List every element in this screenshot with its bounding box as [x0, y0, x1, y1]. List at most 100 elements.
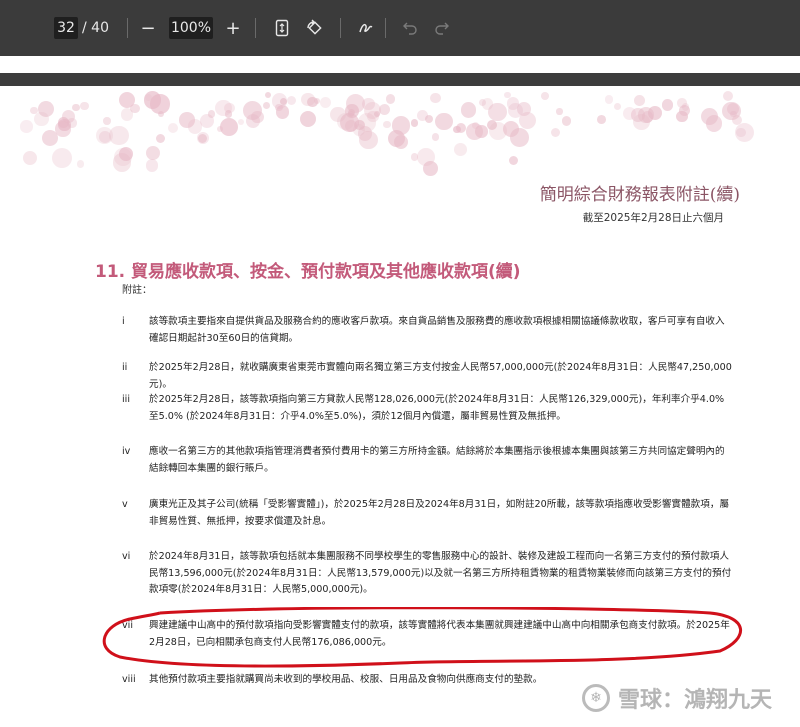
fit-page-icon[interactable]: [271, 17, 293, 39]
toolbar-divider: [340, 18, 341, 38]
note-number: vii: [122, 620, 134, 631]
blossom-petal: [20, 120, 33, 133]
blossom-petal: [385, 93, 396, 104]
notes-label: 附註：: [122, 285, 152, 296]
blossom-petal: [410, 153, 419, 161]
blossom-petal: [367, 110, 379, 123]
previous-page-edge: [0, 56, 800, 73]
blossom-petal: [508, 155, 518, 165]
blossom-petal: [224, 110, 233, 119]
blossom-petal: [410, 118, 419, 127]
blossom-petal: [453, 143, 467, 156]
note-number: i: [122, 316, 125, 327]
page-subtitle: 截至2025年2月28日止六個月: [582, 212, 724, 224]
blossom-petal: [103, 117, 111, 125]
blossom-petal: [22, 150, 38, 166]
blossom-petal: [661, 99, 674, 111]
blossom-petal: [613, 102, 622, 110]
zoom-in-button[interactable]: +: [222, 17, 244, 39]
note-text: 於2025年2月28日，該等款項指向第三方貸款人民幣128,026,000元(於…: [149, 394, 725, 422]
blossom-petal: [129, 103, 140, 114]
blossom-petal: [556, 108, 563, 115]
note-text: 於2024年8月31日，該等款項包括就本集團服務不同學校學生的零售服務中心的設計…: [149, 551, 732, 595]
blossom-petal: [264, 91, 272, 99]
blossom-petal: [417, 110, 429, 121]
note-number: ii: [122, 362, 128, 373]
blossom-petal: [72, 103, 80, 111]
blossom-petal: [207, 110, 215, 118]
blossom-petal: [393, 135, 408, 150]
page-number-input[interactable]: 32: [54, 17, 78, 39]
zoom-out-button[interactable]: −: [137, 17, 159, 39]
blossom-petal: [722, 91, 734, 102]
blossom-petal: [722, 101, 741, 120]
blossom-petal: [634, 95, 646, 106]
blossom-petal: [146, 159, 159, 172]
note-number: v: [122, 499, 128, 510]
toolbar-divider: [385, 18, 386, 38]
watermark-text: 雪球：鴻翔九天: [618, 688, 773, 713]
blossom-petal: [168, 122, 179, 134]
snowball-logo-icon: ❄: [582, 684, 610, 712]
blossom-petal: [51, 148, 72, 169]
blossom-petal: [504, 91, 511, 98]
note-text: 廣東光正及其子公司(統稱「受影響實體」)，於2025年2月28日及2024年8月…: [149, 499, 730, 527]
blossom-petal: [541, 91, 550, 100]
note-text: 於2025年2月28日，就收購廣東省東莞市實體向兩名獨立第三方支付按金人民幣57…: [149, 362, 732, 390]
page-title: 簡明綜合財務報表附註(續): [539, 185, 740, 205]
note-number: viii: [122, 674, 136, 685]
blossom-petal: [679, 105, 691, 117]
page-total: / 40: [82, 20, 109, 36]
blossom-petal: [77, 160, 85, 168]
blossom-petal: [262, 102, 270, 110]
blossom-petal: [453, 125, 461, 133]
blossom-petal: [597, 115, 607, 124]
undo-icon[interactable]: [399, 17, 421, 39]
blossom-petal: [431, 132, 440, 141]
blossom-petal: [488, 122, 507, 140]
note-text: 應收一名第三方的其他款項指管理消費者預付費用卡的第三方所持金額。結餘將於本集團指…: [149, 446, 725, 474]
note-text: 該等款項主要指來自提供貨品及服務合約的應收客戶款項。來自貨品銷售及服務費的應收款…: [149, 316, 725, 344]
blossom-petal: [460, 102, 477, 118]
blossom-petal: [96, 127, 113, 144]
blossom-petal: [641, 111, 654, 123]
blossom-petal: [518, 112, 536, 130]
note-number: vi: [122, 551, 131, 562]
page-gap: [0, 73, 800, 86]
blossom-petal: [243, 101, 262, 120]
note-text: 興建建議中山高中的預付款項指向受影響實體支付的款項，該等實體將代表本集團就興建建…: [149, 620, 730, 648]
draw-icon[interactable]: [355, 17, 377, 39]
blossom-petal: [80, 102, 89, 111]
pdf-page: 簡明綜合財務報表附註(續) 截至2025年2月28日止六個月 11. 貿易應收款…: [0, 86, 800, 727]
rotate-icon[interactable]: [303, 17, 325, 39]
blossom-petal: [488, 102, 507, 122]
note-number: iv: [122, 446, 131, 457]
blossom-petal: [34, 111, 49, 127]
redo-icon[interactable]: [431, 17, 453, 39]
blossom-petal: [435, 113, 453, 131]
blossom-petal: [475, 125, 488, 138]
blossom-petal: [382, 120, 391, 129]
blossom-petal: [736, 127, 746, 138]
blossom-petal: [561, 116, 572, 126]
blossom-petal: [299, 110, 317, 128]
blossom-petal: [41, 130, 58, 146]
blossom-petal: [157, 110, 165, 118]
blossom-petal: [156, 134, 166, 144]
blossom-petal: [605, 95, 614, 104]
blossom-petal: [319, 96, 332, 109]
blossom-petal: [478, 98, 486, 107]
blossom-petal: [145, 146, 160, 161]
blossom-petal: [423, 161, 439, 177]
zoom-input[interactable]: 100%: [169, 17, 213, 39]
pdf-toolbar: 32 / 40 − 100% +: [0, 0, 800, 56]
blossom-petal: [700, 107, 719, 125]
toolbar-divider: [127, 18, 128, 38]
blossom-petal: [337, 113, 355, 130]
blossom-petal: [391, 116, 410, 135]
blossom-petal: [286, 96, 296, 106]
blossom-petal: [430, 92, 441, 104]
watermark: ❄ 雪球：鴻翔九天: [582, 682, 772, 714]
section-title: 11. 貿易應收款項、按金、預付款項及其他應收款項(續): [95, 262, 521, 282]
toolbar-divider: [255, 18, 256, 38]
